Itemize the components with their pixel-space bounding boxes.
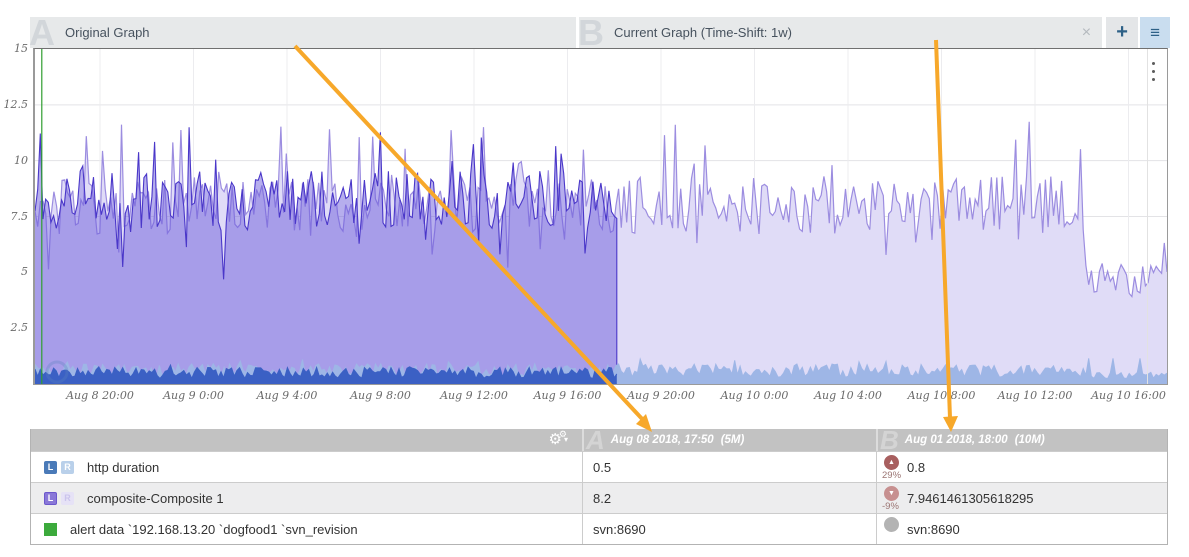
value-a: 8.2	[593, 490, 612, 506]
tab-original-graph[interactable]: A Original Graph	[30, 17, 577, 48]
axis-right-toggle[interactable]: R	[61, 491, 74, 505]
tab-a-label: Original Graph	[65, 25, 150, 40]
delta-percent: -9%	[882, 501, 899, 512]
header-b-timestamp: Aug 01 2018, 18:00	[904, 434, 1008, 446]
x-tick-label: Aug 8 20:00	[66, 389, 134, 402]
tab-b-label: Current Graph (Time-Shift: 1w)	[614, 25, 792, 40]
chart-canvas[interactable]	[35, 49, 1167, 384]
axis-left-toggle[interactable]: L	[44, 460, 57, 474]
table-row: L R composite-Composite 1 8.2 ▼ -9% 7.94…	[31, 482, 1167, 513]
x-tick-label: Aug 9 4:00	[256, 389, 318, 402]
gear-icon[interactable]: ⚙⚙▾	[548, 429, 574, 451]
x-tick-label: Aug 10 12:00	[997, 389, 1073, 402]
header-series-column: ⚙⚙▾	[31, 429, 582, 451]
x-tick-label: Aug 10 4:00	[814, 389, 882, 402]
hamburger-icon: ≡	[1150, 22, 1160, 42]
y-tick-label: 2.5	[10, 321, 29, 335]
y-tick-label: 7.5	[10, 209, 29, 223]
x-tick-label: Aug 9 20:00	[627, 389, 695, 402]
y-tick-label: 15	[14, 42, 28, 55]
series-label[interactable]: alert data `192.168.13.20 `dogfood1 `svn…	[70, 522, 358, 537]
timeshift-compare-view: A Original Graph B Current Graph (Time-S…	[0, 0, 1189, 557]
value-b: 7.9461461305618295	[907, 490, 1034, 506]
x-tick-label: Aug 10 16:00	[1091, 389, 1166, 402]
value-b: 0.8	[907, 459, 926, 475]
table-row: L R http duration 0.5 ▲ 29% 0.8	[31, 451, 1167, 482]
table-row: alert data `192.168.13.20 `dogfood1 `svn…	[31, 513, 1167, 544]
value-a: 0.5	[593, 459, 612, 475]
graph-list-menu-button[interactable]: ≡	[1140, 17, 1170, 48]
plus-icon: +	[1116, 21, 1128, 43]
value-a-cell: svn:8690	[582, 514, 876, 544]
delta-percent: 29%	[882, 470, 902, 481]
value-b-cell: svn:8690	[876, 514, 1167, 544]
kebab-menu-icon[interactable]	[1152, 62, 1155, 81]
x-tick-label: Aug 10 0:00	[720, 389, 789, 402]
header-b-watermark: B	[880, 429, 899, 451]
tab-current-graph[interactable]: B Current Graph (Time-Shift: 1w) ×	[579, 17, 1103, 48]
series-color-swatch	[44, 522, 57, 536]
add-graph-button[interactable]: +	[1106, 17, 1139, 48]
trend-down-icon: ▼	[884, 486, 899, 501]
y-tick-label: 5	[21, 265, 28, 279]
header-column-b: B Aug 01 2018, 18:00 (10M)	[876, 429, 1167, 451]
trend-up-icon: ▲	[884, 455, 899, 470]
value-b-cell: ▼ -9% 7.9461461305618295	[876, 483, 1167, 513]
chart-side-separator	[1147, 49, 1148, 384]
value-b: svn:8690	[907, 521, 960, 537]
header-a-watermark: A	[586, 429, 605, 451]
value-a-cell: 0.5	[582, 452, 876, 482]
x-tick-label: Aug 9 0:00	[163, 389, 224, 402]
header-b-window: (10M)	[1014, 434, 1045, 446]
legend-table: ⚙⚙▾ A Aug 08 2018, 17:50 (5M) B Aug 01 2…	[30, 429, 1168, 545]
axis-left-toggle[interactable]: L	[44, 491, 57, 505]
x-tick-label: Aug 10 8:00	[907, 389, 976, 402]
series-cell: L R http duration	[31, 452, 582, 482]
axis-right-toggle[interactable]: R	[61, 460, 74, 474]
value-a-cell: 8.2	[582, 483, 876, 513]
x-tick-label: Aug 9 8:00	[350, 389, 411, 402]
series-label[interactable]: http duration	[87, 460, 159, 475]
value-b-cell: ▲ 29% 0.8	[876, 452, 1167, 482]
series-cell: L R composite-Composite 1	[31, 483, 582, 513]
value-a: svn:8690	[593, 521, 646, 537]
trend-flat-icon	[884, 517, 899, 532]
header-a-window: (5M)	[720, 434, 745, 446]
legend-table-header: ⚙⚙▾ A Aug 08 2018, 17:50 (5M) B Aug 01 2…	[31, 429, 1167, 451]
tab-b-watermark: B	[579, 17, 605, 48]
series-cell: alert data `192.168.13.20 `dogfood1 `svn…	[31, 514, 582, 544]
chart-area[interactable]	[33, 48, 1168, 385]
tab-bar: A Original Graph B Current Graph (Time-S…	[30, 17, 1170, 48]
close-icon[interactable]: ×	[1082, 24, 1091, 41]
series-label[interactable]: composite-Composite 1	[87, 491, 224, 506]
header-a-timestamp: Aug 08 2018, 17:50	[610, 434, 714, 446]
y-tick-label: 12.5	[3, 97, 29, 111]
header-column-a: A Aug 08 2018, 17:50 (5M)	[582, 429, 876, 451]
x-tick-label: Aug 9 12:00	[440, 389, 508, 402]
y-tick-label: 10	[14, 153, 28, 167]
tab-a-watermark: A	[30, 17, 55, 48]
x-tick-label: Aug 9 16:00	[533, 389, 602, 402]
